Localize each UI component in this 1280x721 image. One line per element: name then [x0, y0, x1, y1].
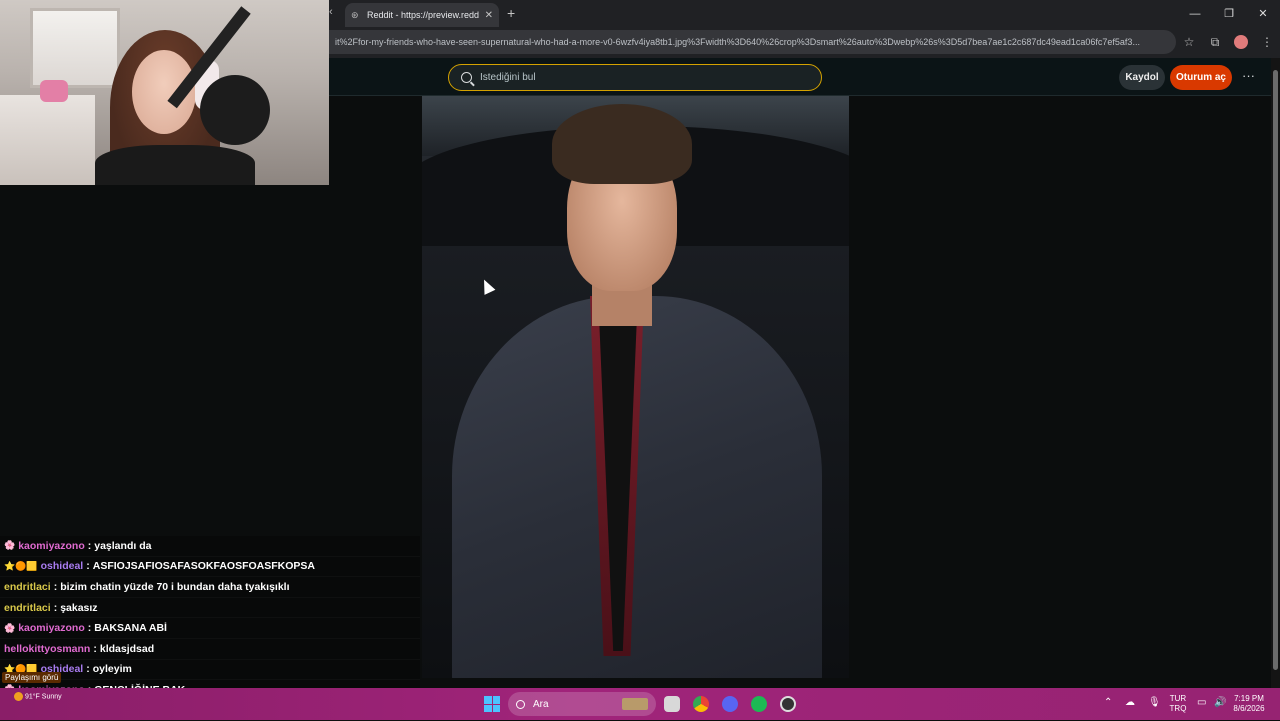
taskbar-search-label: Ara	[533, 698, 549, 710]
post-image	[422, 96, 849, 678]
weather-widget[interactable]: 91°F Sunny	[14, 692, 62, 701]
chat-message: kldasjdsad	[99, 642, 155, 655]
search-box[interactable]	[448, 64, 822, 91]
spotify-icon[interactable]	[751, 696, 767, 712]
onedrive-icon[interactable]: ☁	[1125, 697, 1135, 708]
chat-line: 🌸 kaomiyazono: yaşlandı da	[0, 536, 420, 557]
clock-time: 7:19 PM	[1234, 694, 1264, 703]
url-field[interactable]: it%2Ffor-my-friends-who-have-seen-supern…	[329, 30, 1176, 54]
tab-favicon-icon: ⊛	[351, 10, 359, 20]
tab-title: Reddit - https://preview.redd.it	[367, 10, 479, 20]
window-controls: — ❐ ✕	[1178, 0, 1280, 27]
taskbar: 91°F Sunny Ara ⌃ ☁ 🎙 TUR TRQ ▭ 🔊 7:19 PM…	[0, 688, 1280, 720]
chat-separator: :	[53, 601, 58, 614]
tab-scroll-back-icon[interactable]: ‹	[329, 6, 339, 22]
chat-separator: :	[93, 642, 97, 655]
language-indicator[interactable]: TUR TRQ	[1166, 694, 1190, 714]
chat-username[interactable]: endritlaci	[4, 602, 51, 614]
minimize-button[interactable]: —	[1178, 0, 1212, 27]
restore-button[interactable]: ❐	[1212, 0, 1246, 27]
image-hair	[552, 104, 692, 184]
chat-line: endritlaci: şakasız	[0, 597, 420, 619]
lang-top: TUR	[1169, 694, 1187, 703]
chat-badge-icon: 🌸	[4, 540, 16, 551]
new-tab-button[interactable]: +	[507, 5, 515, 21]
chat-badge-icon: ⭐🟠🟨	[4, 560, 38, 571]
chat-separator: :	[86, 560, 90, 573]
chat-username[interactable]: hellokittyosmann	[4, 643, 90, 655]
chat-message: bizim chatin yüzde 70 i bundan daha tyak…	[60, 580, 290, 593]
streamer-shirt	[95, 145, 255, 185]
microphone	[200, 75, 270, 145]
volume-icon[interactable]: 🔊	[1214, 697, 1226, 708]
webcam-window	[30, 8, 120, 88]
tab-close-icon[interactable]: ✕	[485, 10, 493, 21]
microphone-icon[interactable]: 🎙	[1148, 697, 1161, 708]
chat-message: şakasız	[60, 601, 98, 614]
discord-icon[interactable]	[722, 696, 738, 712]
windows-logo-icon	[484, 696, 492, 704]
clock[interactable]: 7:19 PM 8/6/2026	[1228, 694, 1270, 714]
bookmark-star-icon[interactable]: ☆	[1176, 35, 1202, 49]
chat-username[interactable]: oshideal	[41, 560, 84, 572]
chat-line: ⭐🟠🟨 oshideal: oyleyim	[0, 659, 420, 681]
profile-avatar[interactable]	[1234, 35, 1248, 49]
task-view-icon[interactable]	[664, 696, 680, 712]
chat-line: ⭐🟠🟨 oshideal: ASFIOJSAFIOSAFASOKFAOSFOASFK…	[0, 556, 420, 578]
weather-temp: 91°F	[24, 693, 40, 701]
search-icon	[516, 699, 525, 709]
signup-button[interactable]: Kaydol	[1119, 65, 1165, 90]
chat-line: 🌸 kaomiyazono: BAKSANA ABİ	[0, 618, 420, 639]
chat-message: oyleyim	[92, 663, 132, 676]
obs-icon[interactable]	[780, 696, 796, 712]
chat-separator: :	[53, 580, 58, 593]
webcam-bed	[0, 95, 95, 185]
chat-line: hellokittyosmann: kldasjdsad	[0, 638, 420, 660]
clock-date: 8/6/2026	[1233, 704, 1265, 713]
chat-line: endritlaci: bizim chatin yüzde 70 i bunda…	[0, 577, 420, 598]
chat-message: ASFIOJSAFIOSAFASOKFAOSFOASFKOPSA	[92, 560, 316, 573]
chat-separator: :	[87, 539, 92, 552]
chat-username[interactable]: kaomiyazono	[18, 540, 85, 552]
chevron-up-icon[interactable]: ⌃	[1104, 697, 1112, 708]
chat-username[interactable]: endritlaci	[4, 581, 51, 593]
webcam-overlay	[0, 0, 329, 185]
more-options-icon[interactable]: ···	[1242, 68, 1255, 83]
browser-chrome: ‹ ⊛ Reddit - https://preview.redd.it ✕ +…	[329, 0, 1280, 58]
share-tag: Paylaşımı görü	[2, 672, 62, 683]
lang-bottom: TRQ	[1169, 704, 1187, 713]
webcam-pillow	[40, 80, 68, 102]
chat-separator: :	[87, 622, 92, 635]
close-window-button[interactable]: ✕	[1246, 0, 1280, 27]
chat-message: BAKSANA ABİ	[94, 622, 167, 635]
search-icon	[461, 72, 472, 83]
chat-separator: :	[86, 663, 90, 676]
reddit-header: Kaydol Oturum aç ···	[329, 58, 1271, 96]
start-button[interactable]	[484, 696, 500, 712]
network-icon[interactable]: ▭	[1197, 697, 1206, 708]
search-highlight-icon	[622, 698, 648, 710]
weather-text: Sunny	[41, 693, 62, 701]
chrome-icon[interactable]	[693, 696, 709, 712]
chat-badge-icon: 🌸	[4, 622, 16, 633]
chat-message: yaşlandı da	[94, 539, 152, 552]
scrollbar-thumb[interactable]	[1273, 70, 1278, 670]
browser-menu-icon[interactable]: ⋮	[1254, 35, 1280, 49]
taskbar-search[interactable]: Ara	[508, 692, 656, 716]
login-button[interactable]: Oturum aç	[1170, 65, 1232, 90]
page-scrollbar[interactable]	[1271, 58, 1280, 688]
search-input[interactable]	[480, 72, 800, 83]
address-bar: it%2Ffor-my-friends-who-have-seen-supern…	[329, 28, 1280, 56]
browser-tab[interactable]: ⊛ Reddit - https://preview.redd.it ✕	[345, 3, 499, 27]
sun-icon	[14, 692, 23, 701]
tab-strip: ‹ ⊛ Reddit - https://preview.redd.it ✕ +…	[329, 0, 1280, 27]
chat-username[interactable]: kaomiyazono	[18, 622, 85, 634]
extensions-icon[interactable]: ⧉	[1202, 35, 1228, 50]
